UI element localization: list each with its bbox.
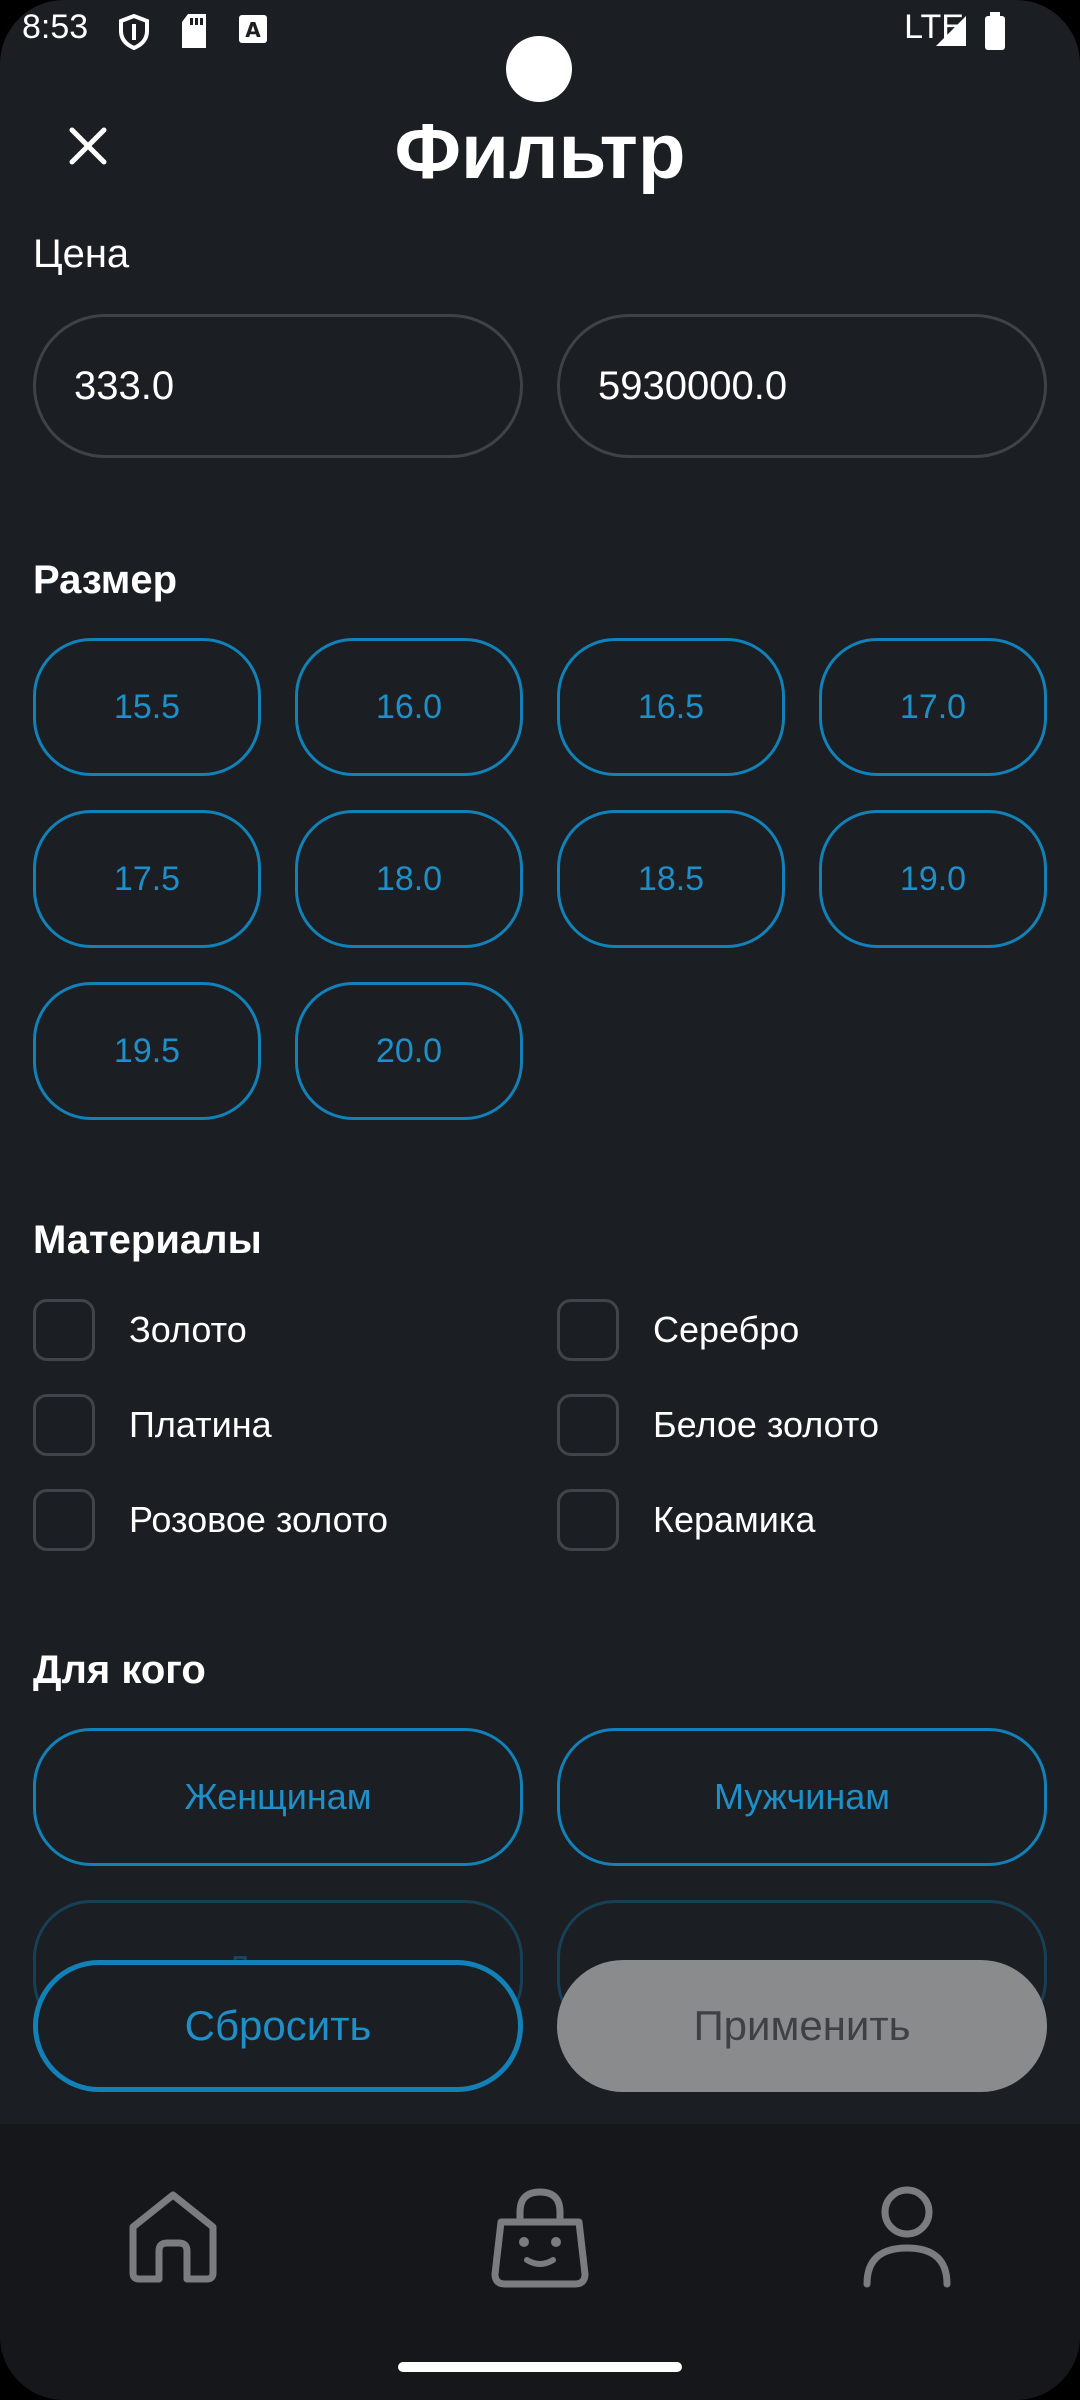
battery-icon	[984, 12, 1006, 55]
material-item[interactable]: Золото	[33, 1298, 247, 1362]
audience-chip-women[interactable]: Женщинам	[33, 1728, 523, 1866]
size-chip[interactable]: 18.5	[557, 810, 785, 948]
material-item[interactable]: Платина	[33, 1393, 272, 1457]
price-label: Цена	[33, 232, 130, 276]
material-label: Розовое золото	[129, 1499, 389, 1540]
svg-text:A: A	[245, 18, 261, 42]
material-label: Белое золото	[653, 1404, 879, 1445]
size-chip[interactable]: 16.0	[295, 638, 523, 776]
nav-home[interactable]	[118, 2182, 228, 2292]
material-item[interactable]: Керамика	[557, 1488, 815, 1552]
profile-icon	[863, 2186, 951, 2288]
checkbox[interactable]	[557, 1489, 619, 1551]
sd-card-icon	[180, 14, 208, 53]
status-time: 8:53	[22, 8, 89, 46]
home-icon	[129, 2191, 217, 2283]
checkbox[interactable]	[33, 1299, 95, 1361]
nav-profile[interactable]	[852, 2182, 962, 2292]
nav-shop[interactable]	[485, 2182, 595, 2292]
material-label: Серебро	[653, 1309, 800, 1350]
price-min-input[interactable]: 333.0	[33, 314, 523, 458]
material-item[interactable]: Белое золото	[557, 1393, 879, 1457]
reset-button[interactable]: Сбросить	[33, 1960, 523, 2092]
audience-chip-men[interactable]: Мужчинам	[557, 1728, 1047, 1866]
size-label: Размер	[33, 558, 178, 602]
size-chip[interactable]: 16.5	[557, 638, 785, 776]
material-label: Золото	[129, 1309, 247, 1350]
material-label: Керамика	[653, 1499, 816, 1540]
materials-label: Материалы	[33, 1218, 262, 1262]
price-max-input[interactable]: 5930000.0	[557, 314, 1047, 458]
size-chip[interactable]: 19.5	[33, 982, 261, 1120]
checkbox[interactable]	[33, 1394, 95, 1456]
material-label: Платина	[129, 1404, 272, 1445]
bag-icon	[491, 2188, 589, 2288]
signal-icon	[934, 14, 968, 53]
apply-button[interactable]: Применить	[557, 1960, 1047, 2092]
size-chip[interactable]: 20.0	[295, 982, 523, 1120]
audience-label: Для кого	[33, 1648, 206, 1692]
size-chip[interactable]: 17.0	[819, 638, 1047, 776]
page-title: Фильтр	[394, 107, 686, 195]
checkbox[interactable]	[33, 1489, 95, 1551]
shield-icon	[118, 13, 150, 55]
filter-screen: 8:53 A LTE Фильтр Цена 333.0 5930000.0 Р…	[0, 0, 1080, 2400]
size-chip[interactable]: 18.0	[295, 810, 523, 948]
size-chip[interactable]: 15.5	[33, 638, 261, 776]
material-item[interactable]: Серебро	[557, 1298, 799, 1362]
size-chip[interactable]: 17.5	[33, 810, 261, 948]
size-chip[interactable]: 19.0	[819, 810, 1047, 948]
checkbox[interactable]	[557, 1299, 619, 1361]
material-item[interactable]: Розовое золото	[33, 1488, 388, 1552]
text-a-icon: A	[238, 14, 268, 49]
home-indicator[interactable]	[398, 2362, 682, 2372]
bottom-nav	[0, 2124, 1080, 2400]
camera-cutout	[506, 36, 572, 102]
checkbox[interactable]	[557, 1394, 619, 1456]
